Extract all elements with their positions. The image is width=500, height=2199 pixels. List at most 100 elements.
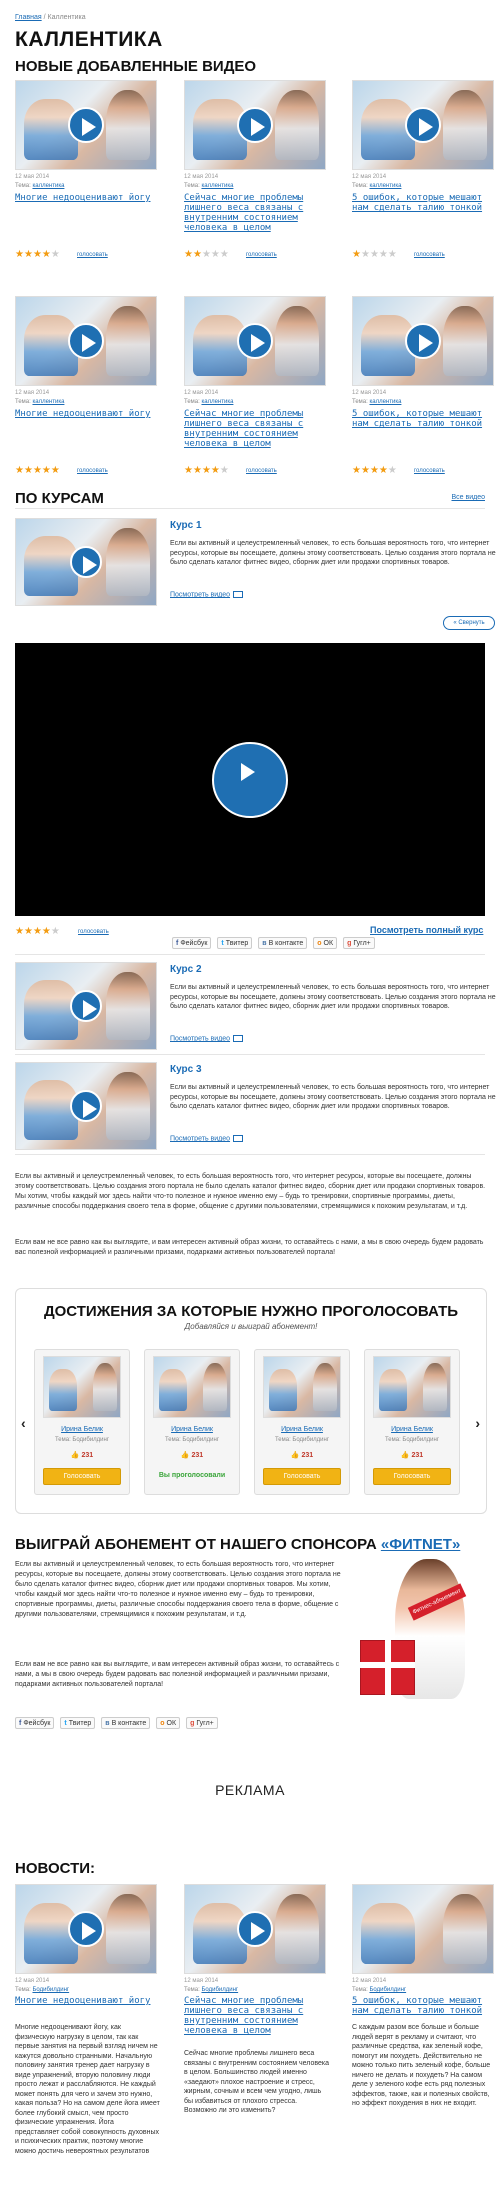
achievement-user-link[interactable]: Ирина Белик [145,1426,239,1433]
play-icon[interactable] [70,1090,102,1122]
video-thumbnail[interactable] [352,80,494,170]
star-icon[interactable]: ★ [361,465,370,476]
video-rating[interactable]: ★★★★★ [184,466,229,476]
star-icon[interactable]: ★ [361,249,370,260]
star-icon[interactable]: ★ [202,249,211,260]
share-google-button[interactable]: g Гугл+ [343,937,375,949]
play-icon[interactable] [68,107,104,143]
news-title-link[interactable]: Многие недооценивают йогу [15,1996,155,2006]
sponsor-brand-link[interactable]: «ФИТNET» [381,1536,460,1553]
achievement-photo[interactable] [153,1356,231,1418]
video-thumbnail[interactable] [184,80,326,170]
vote-link[interactable]: голосовать [414,252,445,258]
video-topic-link[interactable]: каллентика [32,183,64,189]
play-icon[interactable] [70,990,102,1022]
news-topic-link[interactable]: Бодибилдинг [369,1987,406,1993]
vote-button[interactable]: Голосовать [263,1468,341,1485]
achievement-photo[interactable] [263,1356,341,1418]
news-title-link[interactable]: Сейчас многие проблемы лишнего веса связ… [184,1996,324,2036]
video-topic-link[interactable]: каллентика [32,399,64,405]
star-icon[interactable]: ★ [42,926,51,937]
video-title-link[interactable]: Сейчас многие проблемы лишнего веса связ… [184,193,324,233]
course-thumbnail[interactable] [15,518,157,606]
vote-link[interactable]: голосовать [78,929,109,935]
share-ok-button[interactable]: о ОК [156,1717,181,1729]
play-icon[interactable] [237,323,273,359]
vote-link[interactable]: голосовать [77,252,108,258]
star-icon[interactable]: ★ [379,249,388,260]
play-icon[interactable] [405,323,441,359]
video-rating[interactable]: ★★★★★ [15,466,60,476]
vote-link[interactable]: голосовать [414,468,445,474]
vote-link[interactable]: голосовать [246,468,277,474]
star-icon[interactable]: ★ [202,465,211,476]
star-icon[interactable]: ★ [24,465,33,476]
vote-button[interactable]: Голосовать [43,1468,121,1485]
star-icon[interactable]: ★ [388,465,397,476]
share-twitter-button[interactable]: t Твитер [217,937,253,949]
video-thumbnail[interactable] [184,296,326,386]
star-icon[interactable]: ★ [220,249,229,260]
vote-button[interactable]: Голосовать [373,1468,451,1485]
play-icon[interactable] [405,107,441,143]
vote-link[interactable]: голосовать [246,252,277,258]
star-icon[interactable]: ★ [379,465,388,476]
star-icon[interactable]: ★ [211,465,220,476]
video-thumbnail[interactable] [15,1884,157,1974]
player-rating[interactable]: ★★★★★ [15,927,60,937]
news-topic-link[interactable]: Бодибилдинг [201,1987,238,1993]
achievement-photo[interactable] [43,1356,121,1418]
star-icon[interactable]: ★ [42,465,51,476]
course-title[interactable]: Курс 1 [170,520,202,531]
star-icon[interactable]: ★ [193,465,202,476]
course-thumbnail[interactable] [15,1062,157,1150]
play-icon[interactable] [237,107,273,143]
star-icon[interactable]: ★ [193,249,202,260]
video-title-link[interactable]: 5 ошибок, которые мешают нам сделать тал… [352,193,492,213]
video-title-link[interactable]: Сейчас многие проблемы лишнего веса связ… [184,409,324,449]
video-topic-link[interactable]: каллентика [369,183,401,189]
collapse-button[interactable]: « Свернуть [443,616,495,630]
course-thumbnail[interactable] [15,962,157,1050]
achievement-user-link[interactable]: Ирина Белик [365,1426,459,1433]
star-icon[interactable]: ★ [352,465,361,476]
achievement-photo[interactable] [373,1356,451,1418]
play-icon[interactable] [237,1911,273,1947]
share-vk-button[interactable]: вВ контакте [258,937,308,949]
video-title-link[interactable]: Многие недооценивают йогу [15,409,155,419]
watch-video-link[interactable]: Посмотреть видео [170,591,244,598]
video-rating[interactable]: ★★★★★ [15,250,60,260]
video-thumbnail[interactable] [15,80,157,170]
star-icon[interactable]: ★ [51,926,60,937]
share-twitter-button[interactable]: t Твитер [60,1717,96,1729]
star-icon[interactable]: ★ [211,249,220,260]
video-thumbnail[interactable] [184,1884,326,1974]
share-ok-button[interactable]: о ОК [313,937,338,949]
share-facebook-button[interactable]: f Фейсбук [172,937,212,949]
star-icon[interactable]: ★ [33,249,42,260]
star-icon[interactable]: ★ [33,926,42,937]
video-thumbnail[interactable] [15,296,157,386]
news-topic-link[interactable]: Бодибилдинг [32,1987,69,1993]
star-icon[interactable]: ★ [15,249,24,260]
achievement-user-link[interactable]: Ирина Белик [35,1426,129,1433]
video-topic-link[interactable]: каллентика [201,183,233,189]
video-topic-link[interactable]: каллентика [369,399,401,405]
star-icon[interactable]: ★ [352,249,361,260]
video-rating[interactable]: ★★★★★ [352,250,397,260]
star-icon[interactable]: ★ [51,249,60,260]
star-icon[interactable]: ★ [51,465,60,476]
star-icon[interactable]: ★ [33,465,42,476]
video-title-link[interactable]: 5 ошибок, которые мешают нам сделать тал… [352,409,492,429]
play-icon[interactable] [212,741,288,818]
vote-link[interactable]: голосовать [77,468,108,474]
star-icon[interactable]: ★ [24,926,33,937]
play-icon[interactable] [68,1911,104,1947]
watch-video-link[interactable]: Посмотреть видео [170,1135,244,1142]
course-title[interactable]: Курс 3 [170,1064,202,1075]
chevron-left-icon[interactable]: ‹ [21,1415,26,1431]
course-title[interactable]: Курс 2 [170,964,202,975]
play-icon[interactable] [70,546,102,578]
sponsor-banner-image[interactable]: Фитнес-абонемент [350,1555,485,1705]
all-videos-link[interactable]: Все видео [451,494,485,501]
